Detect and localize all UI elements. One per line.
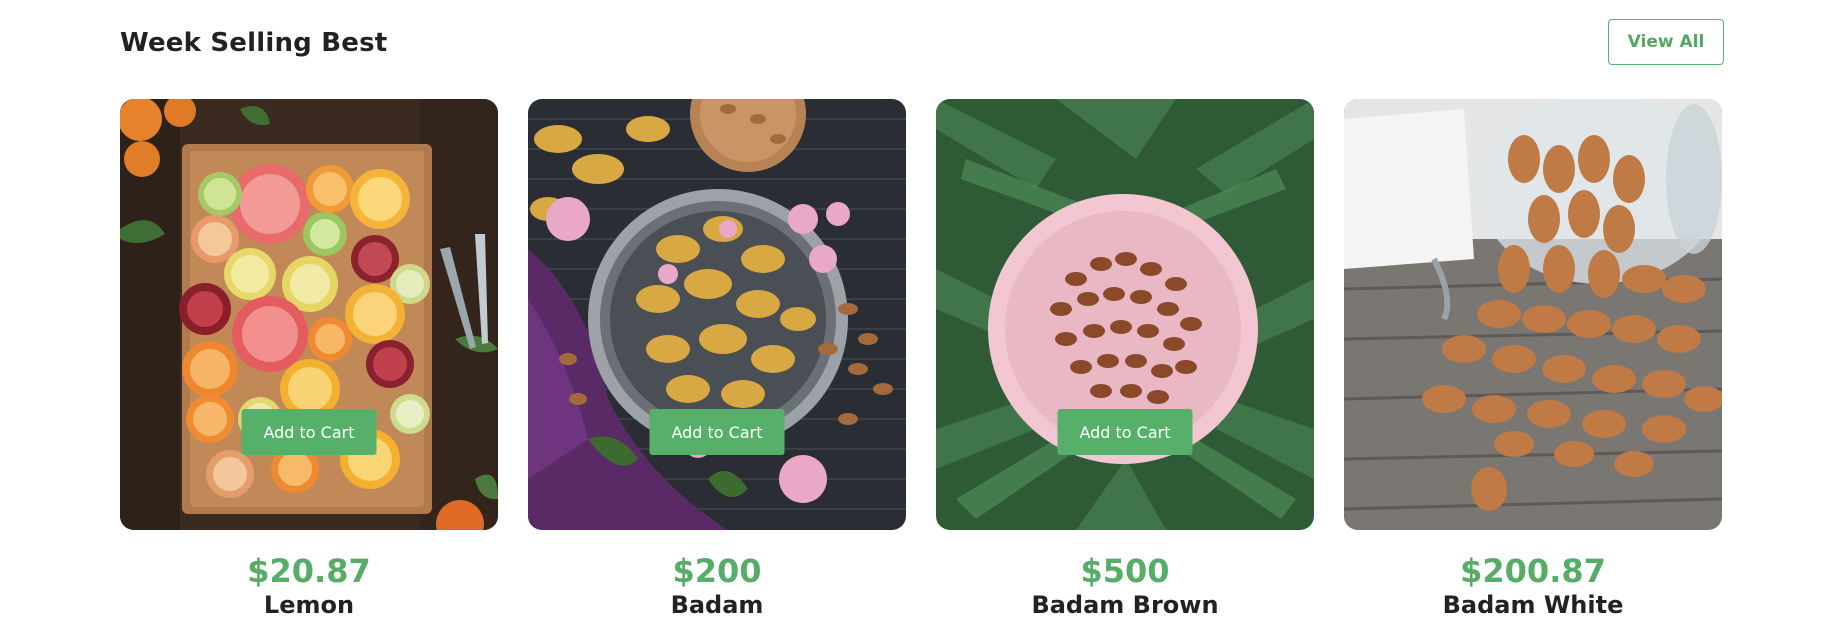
- citrus-slices-board-image: [120, 99, 498, 530]
- view-all-button[interactable]: View All: [1608, 19, 1724, 65]
- product-card[interactable]: Add to Cart $20.87 Lemon: [120, 99, 498, 620]
- product-card[interactable]: Add to Cart $200 Badam: [528, 99, 906, 620]
- add-to-cart-button[interactable]: Add to Cart: [241, 409, 377, 455]
- product-image[interactable]: Add to Cart: [120, 99, 498, 530]
- section-header: Week Selling Best View All: [120, 18, 1724, 68]
- product-price: $200.87: [1460, 552, 1606, 590]
- product-image[interactable]: Add to Cart: [936, 99, 1314, 530]
- product-price: $500: [1080, 552, 1170, 590]
- almonds-pink-plate-image: [936, 99, 1314, 530]
- product-card[interactable]: $200.87 Badam White: [1344, 99, 1722, 620]
- product-price: $200: [672, 552, 762, 590]
- add-to-cart-button[interactable]: Add to Cart: [1057, 409, 1193, 455]
- product-price: $20.87: [247, 552, 371, 590]
- add-to-cart-button[interactable]: Add to Cart: [649, 409, 785, 455]
- product-name[interactable]: Badam: [528, 591, 906, 620]
- product-name[interactable]: Badam Brown: [936, 591, 1314, 620]
- badam-bowl-image: [528, 99, 906, 530]
- section-title: Week Selling Best: [120, 28, 388, 58]
- product-card[interactable]: Add to Cart $500 Badam Brown: [936, 99, 1314, 620]
- product-image[interactable]: [1344, 99, 1722, 530]
- almonds-spilled-jar-image: [1344, 99, 1722, 530]
- product-name[interactable]: Lemon: [120, 591, 498, 620]
- product-name[interactable]: Badam White: [1344, 591, 1722, 620]
- product-image[interactable]: Add to Cart: [528, 99, 906, 530]
